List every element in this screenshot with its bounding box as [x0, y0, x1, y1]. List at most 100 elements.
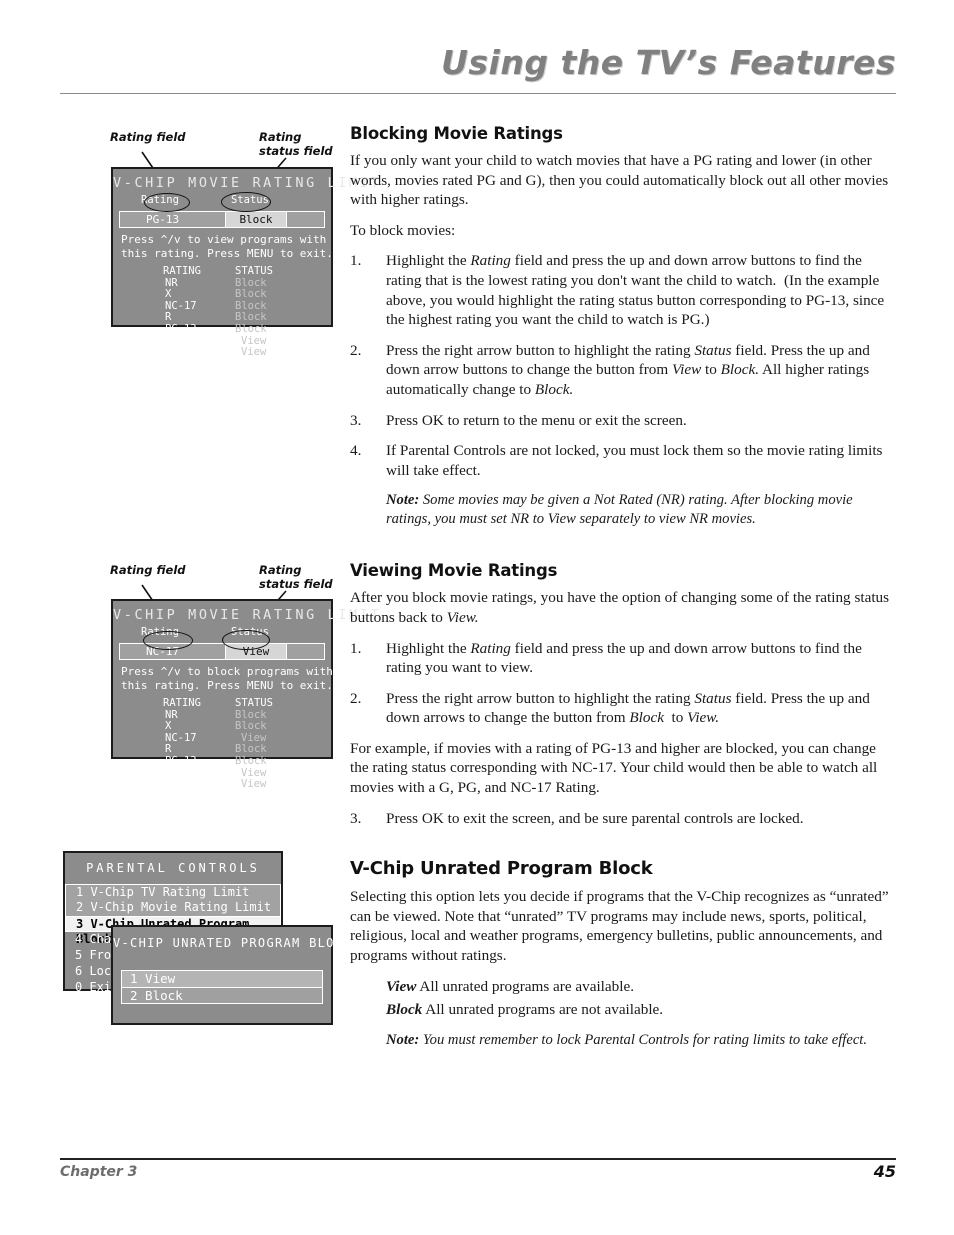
table-row: R Block [113, 744, 331, 756]
unrated-option-block[interactable]: 2 Block [121, 987, 323, 1004]
paragraph-unrated-intro: Selecting this option lets you decide if… [350, 888, 889, 965]
note-blocking: Note: Some movies may be given a Not Rat… [350, 491, 896, 529]
definition-view-text: All unrated programs are available. [416, 977, 634, 995]
annotation-ellipse-status-1 [221, 192, 271, 212]
osd-hint-line-2: this rating. Press MENU to exit. [121, 246, 333, 260]
definition-block-text: All unrated programs are not available. [422, 1001, 664, 1019]
osd-table-head-status: STATUS [235, 697, 273, 709]
osd-table-head-rating: RATING [163, 265, 201, 277]
osd-selected-rating-value[interactable]: PG-13 [146, 213, 179, 226]
paragraph-viewing-example: For example, if movies with a rating of … [350, 739, 878, 797]
definition-view-label: View [386, 977, 417, 995]
osd-title: V-CHIP MOVIE RATING LIMIT [113, 607, 382, 623]
note-label: Note: [386, 492, 420, 509]
menu-item-movie-rating-limit[interactable]: 2 V-Chip Movie Rating Limit [65, 900, 281, 916]
osd-status-button-label: Block [239, 213, 273, 226]
osd-rating-table: RATING STATUS NR Block X Block NC-17 Block … [113, 265, 331, 359]
osd-unrated-program-block-dialog: V-CHIP UNRATED PROGRAM BLOCK 1 View 2 Bl… [111, 925, 352, 1025]
osd-table-head-rating: RATING [163, 697, 201, 709]
step-number: 4. [350, 442, 362, 460]
paragraph-to-block-movies: To block movies: [350, 221, 456, 239]
table-row: G View [113, 347, 331, 359]
menu-item-label: 5 Fro [75, 948, 112, 962]
osd-row-status: Block [235, 322, 267, 335]
table-row: NC-17 View [113, 732, 331, 745]
unrated-dialog-title: V-CHIP UNRATED PROGRAM BLOCK [113, 936, 352, 950]
paragraph-viewing-intro: After you block movie ratings, you have … [350, 589, 890, 626]
unrated-option-label: 1 View [130, 971, 176, 986]
step-text: Press OK to return to the menu or exit t… [386, 411, 687, 429]
list-item: 3. Press OK to exit the screen, and be s… [350, 809, 896, 829]
table-row: PG-13 Block [113, 754, 331, 768]
list-item: 2. Press the right arrow button to highl… [350, 689, 896, 728]
step-text: If Parental Controls are not locked, you… [386, 442, 883, 479]
table-row: NR Block [113, 709, 331, 722]
annotation-ellipse-rating-1 [144, 193, 190, 212]
steps-blocking: 1. Highlight the Rating field and press … [350, 251, 896, 480]
header-divider [60, 93, 896, 94]
osd-row-rating: PG-13 [165, 322, 197, 335]
table-row: X Block [113, 721, 331, 733]
step-text: Press OK to exit the screen, and be sure… [386, 809, 804, 827]
heading-vchip-unrated-program-block: V-Chip Unrated Program Block [350, 858, 653, 880]
osd-row-status: View [241, 346, 267, 359]
unrated-dialog-options: 1 View 2 Block [121, 970, 323, 1004]
step-number: 2. [350, 341, 362, 359]
table-row: G View [113, 779, 331, 791]
annotation-ellipse-status-2 [222, 630, 270, 650]
main-content-column: Blocking Movie Ratings If you only want … [350, 124, 896, 1061]
osd-movie-rating-limit-view: V-CHIP MOVIE RATING LIMIT Rating Status … [111, 599, 382, 790]
osd-rating-table-header: RATING STATUS [113, 697, 331, 710]
list-item: 4. If Parental Controls are not locked, … [350, 441, 896, 480]
steps-viewing: 1. Highlight the Rating field and press … [350, 639, 896, 728]
menu-item-label: 2 V-Chip Movie Rating Limit [76, 900, 272, 914]
step-number: 3. [350, 809, 362, 827]
osd-row-status: Block [235, 754, 267, 767]
table-row: PG View [113, 335, 331, 348]
step-text: Highlight the Rating field and press the… [386, 252, 885, 329]
osd-movie-rating-limit-block: V-CHIP MOVIE RATING LIMIT Rating Status … [111, 167, 382, 358]
step-number: 3. [350, 411, 362, 429]
osd-hint-line-1: Press ^/v to block programs with [121, 665, 333, 678]
osd-selection-bar[interactable]: PG-13 Block [119, 211, 325, 228]
definition-view: View All unrated programs are available. [350, 977, 896, 997]
note-unrated: Note: You must remember to lock Parental… [350, 1031, 896, 1050]
unrated-option-label: 2 Block [130, 988, 183, 1003]
step-number: 1. [350, 252, 362, 270]
osd-row-rating: G [165, 778, 172, 791]
osd-row-rating: G [165, 346, 172, 359]
heading-blocking-movie-ratings: Blocking Movie Ratings [350, 124, 563, 143]
page-title: Using the TV’s Features [441, 43, 896, 82]
definition-block-label: Block [386, 1001, 423, 1019]
annotation-ellipse-rating-2 [143, 631, 193, 650]
menu-item-label: 1 V-Chip TV Rating Limit [76, 885, 250, 899]
table-row: NC-17 Block [113, 300, 331, 313]
note-text: Some movies may be given a Not Rated (NR… [386, 492, 853, 528]
paragraph-blocking-intro: If you only want your child to watch mov… [350, 152, 889, 209]
note-text: You must remember to lock Parental Contr… [419, 1031, 868, 1048]
unrated-option-view[interactable]: 1 View [121, 970, 323, 987]
osd-hint-line-2: this rating. Press MENU to exit. [121, 678, 333, 692]
page-header: Using the TV’s Features [60, 44, 896, 94]
osd-row-status: View [241, 778, 267, 791]
heading-viewing-movie-ratings: Viewing Movie Ratings [350, 561, 558, 581]
footer-chapter: Chapter 3 [60, 1164, 138, 1180]
list-item: 3. Press OK to return to the menu or exi… [350, 411, 896, 431]
menu-item-tv-rating-limit[interactable]: 1 V-Chip TV Rating Limit [65, 884, 281, 900]
table-row: R Block [113, 312, 331, 324]
step-text: Press the right arrow button to highligh… [386, 341, 870, 398]
step-number: 2. [350, 689, 362, 707]
list-item: 1. Highlight the Rating field and press … [350, 251, 896, 329]
footer-page-number: 45 [873, 1162, 896, 1181]
table-row: X Block [113, 289, 331, 301]
osd-status-button[interactable]: Block [225, 211, 287, 228]
step-text: Highlight the Rating field and press the… [386, 639, 862, 677]
step-number: 1. [350, 639, 362, 657]
osd-hint-line-1: Press ^/v to view programs with [121, 233, 327, 246]
osd-rating-table: RATING STATUS NR Block X Block NC-17 View R… [113, 697, 331, 791]
list-item: 2. Press the right arrow button to highl… [350, 341, 896, 400]
osd-title: V-CHIP MOVIE RATING LIMIT [113, 175, 382, 191]
osd-row-rating: PG-13 [165, 754, 197, 767]
list-item: 1. Highlight the Rating field and press … [350, 639, 896, 678]
steps-viewing-final: 3. Press OK to exit the screen, and be s… [350, 809, 896, 829]
